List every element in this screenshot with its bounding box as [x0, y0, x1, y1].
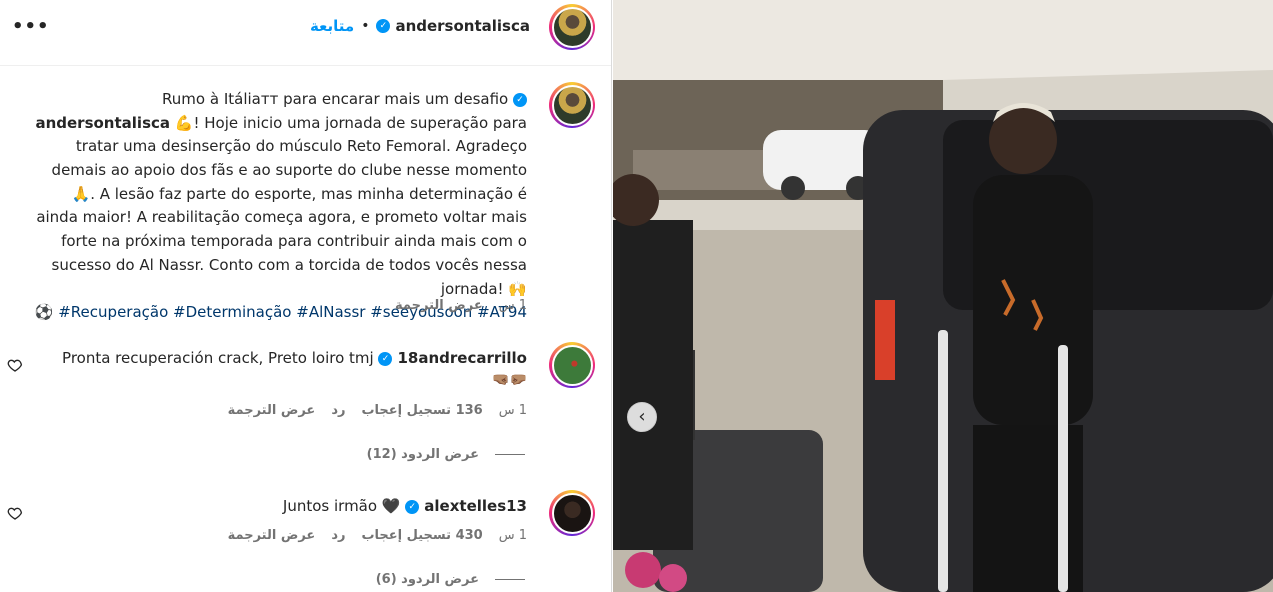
replies-divider — [495, 579, 525, 580]
comment-avatar[interactable] — [549, 490, 595, 536]
caption-lead-text: Rumo à Itáliaᴛᴛ para encarar mais um des… — [162, 90, 509, 108]
comment-meta: 1 س 136 تسجيل إعجاب رد عرض الترجمة — [228, 403, 527, 418]
comment-emoji: 🤜🏽🤛🏽 — [492, 372, 527, 388]
header-username[interactable]: andersontalisca — [395, 17, 530, 35]
photo-scene — [613, 0, 1273, 592]
comment-likes[interactable]: 430 تسجيل إعجاب — [361, 528, 482, 543]
comment-likes[interactable]: 136 تسجيل إعجاب — [361, 403, 482, 418]
comment-avatar[interactable] — [549, 342, 595, 388]
chevron-left-icon[interactable]: ‹ — [627, 402, 657, 432]
post-header: ••• متابعة • ✓ andersontalisca — [0, 0, 611, 66]
replies-divider — [495, 454, 525, 455]
view-replies-label: عرض الردود (6) — [375, 572, 479, 587]
post-photo[interactable] — [613, 0, 1273, 592]
verified-badge-icon: ✓ — [405, 499, 420, 514]
heart-outline-icon[interactable] — [7, 505, 23, 521]
comment-text: Pronta recuperación crack, Preto loiro t… — [62, 349, 374, 367]
verified-badge-icon: ✓ — [378, 351, 393, 366]
caption-avatar[interactable] — [549, 82, 595, 128]
header-user-row: متابعة • ✓ andersontalisca — [310, 17, 530, 35]
caption-translate-button[interactable]: عرض الترجمة — [395, 298, 483, 313]
view-replies-button[interactable]: عرض الردود (6) — [376, 572, 525, 587]
comment-translate-button[interactable]: عرض الترجمة — [228, 403, 316, 418]
view-replies-label: عرض الردود (12) — [366, 447, 479, 462]
follow-button[interactable]: متابعة — [310, 17, 354, 35]
comment-body: Juntos irmão 🖤 ✓ alextelles13 — [283, 494, 527, 518]
caption-time[interactable]: 1 س — [499, 298, 527, 313]
reply-button[interactable]: رد — [331, 403, 345, 418]
comment-username[interactable]: 18andrecarrillo — [397, 349, 527, 367]
caption-body-text: 💪! Hoje inicio uma jornada de superação … — [36, 113, 527, 298]
comment-time[interactable]: 1 س — [499, 403, 527, 418]
comment-meta: 1 س 430 تسجيل إعجاب رد عرض الترجمة — [228, 528, 527, 543]
comment-time[interactable]: 1 س — [499, 528, 527, 543]
view-replies-button[interactable]: عرض الردود (12) — [367, 447, 525, 462]
comment-username[interactable]: alextelles13 — [424, 497, 527, 515]
more-options-icon[interactable]: ••• — [12, 16, 50, 37]
verified-badge-icon: ✓ — [376, 19, 391, 33]
header-avatar[interactable] — [549, 4, 595, 50]
verified-badge-icon: ✓ — [513, 92, 527, 107]
post-details-panel: ••• متابعة • ✓ andersontalisca Rumo à It… — [0, 0, 612, 592]
caption-username[interactable]: andersontalisca — [35, 114, 170, 132]
post-caption: Rumo à Itáliaᴛᴛ para encarar mais um des… — [27, 88, 527, 325]
caption-meta: 1 س عرض الترجمة — [395, 298, 527, 313]
comment-text: Juntos irmão 🖤 — [282, 497, 401, 515]
comment-body: Pronta recuperación crack, Preto loiro t… — [62, 346, 527, 370]
reply-button[interactable]: رد — [331, 528, 345, 543]
heart-outline-icon[interactable] — [7, 357, 23, 373]
separator-dot: • — [361, 18, 370, 34]
comment-translate-button[interactable]: عرض الترجمة — [228, 528, 316, 543]
